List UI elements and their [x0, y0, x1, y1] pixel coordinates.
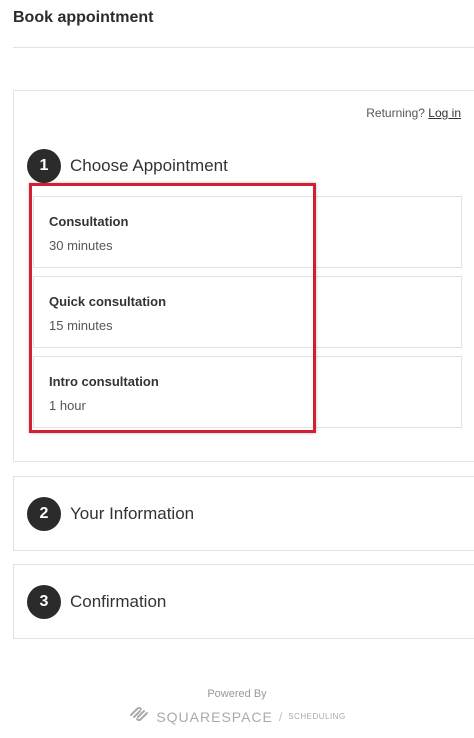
footer: Powered By SQUARESPACE / SCHEDULING	[0, 688, 474, 728]
header-divider	[13, 47, 474, 48]
step-1-header: 1 Choose Appointment	[27, 149, 228, 183]
appointment-duration: 1 hour	[49, 398, 86, 413]
step-1-title: Choose Appointment	[70, 156, 228, 175]
appointment-option-quick-consultation[interactable]: Quick consultation 15 minutes	[33, 276, 462, 348]
step-confirmation-card[interactable]: 3 Confirmation	[13, 564, 474, 639]
appointment-option-consultation[interactable]: Consultation 30 minutes	[33, 196, 462, 268]
brand-logo[interactable]: SQUARESPACE / SCHEDULING	[0, 705, 474, 728]
step-2-title: Your Information	[70, 504, 195, 523]
powered-by-label: Powered By	[207, 688, 267, 700]
step-3-header: 3 Confirmation	[27, 585, 166, 619]
step-choose-appointment-card: Returning? Log in 1 Choose Appointment C…	[13, 90, 474, 462]
returning-user-prompt: Returning? Log in	[366, 106, 461, 120]
brand-subtitle: SCHEDULING	[288, 712, 346, 721]
appointment-duration: 15 minutes	[49, 318, 113, 333]
step-1-number: 1	[27, 149, 61, 183]
step-2-header: 2 Your Information	[27, 497, 194, 531]
appointment-name: Intro consultation	[49, 374, 159, 389]
page-title: Book appointment	[13, 9, 154, 26]
returning-label: Returning?	[366, 106, 425, 120]
step-3-title: Confirmation	[70, 592, 167, 611]
step-2-number: 2	[27, 497, 61, 531]
squarespace-logo-icon	[128, 705, 150, 728]
step-your-information-card[interactable]: 2 Your Information	[13, 476, 474, 551]
step-3-number: 3	[27, 585, 61, 619]
appointment-option-intro-consultation[interactable]: Intro consultation 1 hour	[33, 356, 462, 428]
appointment-duration: 30 minutes	[49, 238, 113, 253]
appointment-name: Quick consultation	[49, 294, 167, 309]
appointment-name: Consultation	[49, 214, 129, 229]
login-link[interactable]: Log in	[428, 106, 461, 120]
brand-name: SQUARESPACE	[156, 708, 273, 725]
brand-separator: /	[278, 709, 283, 724]
